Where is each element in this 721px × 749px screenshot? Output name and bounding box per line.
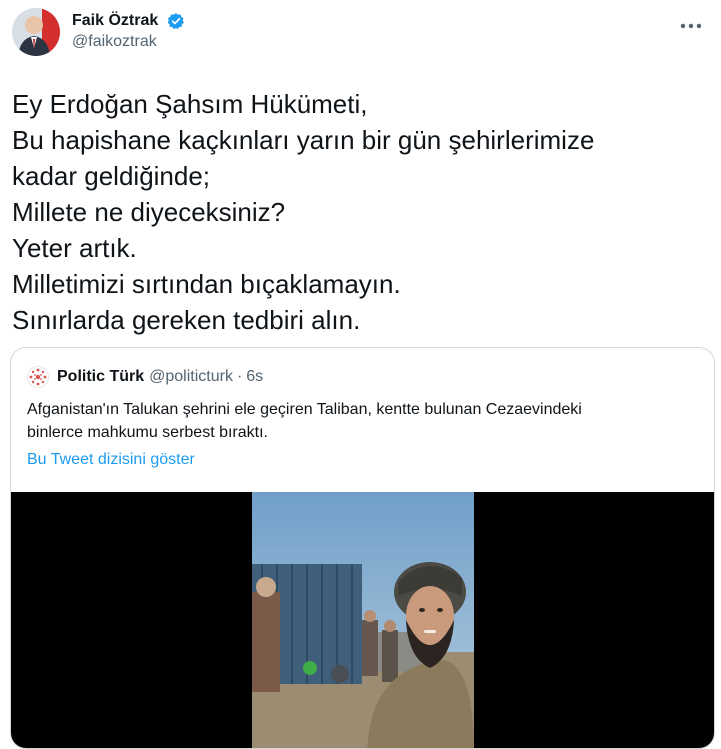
author-handle[interactable]: @faikoztrak — [72, 33, 185, 51]
tweet-line: Yeter artık. — [12, 233, 137, 263]
quoted-tweet-header: Politic Türk @politicturk · 6s — [27, 366, 263, 388]
quoted-author-name: Politic Türk — [57, 368, 145, 385]
tweet-line: kadar geldiğinde; — [12, 161, 211, 191]
tweet-line: Milletimizi sırtından bıçaklamayın. — [12, 269, 401, 299]
quoted-tweet[interactable]: Politic Türk @politicturk · 6s Afganista… — [10, 347, 715, 749]
separator-dot: · — [236, 368, 243, 385]
quoted-text-line: Afganistan'ın Talukan şehrini ele geçire… — [27, 401, 582, 418]
tweet-header: Faik Öztrak @faikoztrak — [12, 8, 709, 68]
tweet-line: Sınırlarda gereken tedbiri alın. — [12, 305, 361, 335]
verified-badge-icon — [167, 12, 185, 30]
author-avatar[interactable] — [12, 8, 60, 56]
video-player[interactable] — [11, 492, 714, 748]
quoted-text-line: binlerce mahkumu serbest bıraktı. — [27, 424, 268, 441]
tweet-line: Millete ne diyeceksiniz? — [12, 197, 286, 227]
quoted-author-handle: @politicturk — [149, 368, 233, 385]
quoted-author-avatar — [27, 366, 49, 388]
video-thumbnail — [252, 492, 474, 748]
quoted-tweet-text: Afganistan'ın Talukan şehrini ele geçire… — [27, 398, 697, 444]
author-name[interactable]: Faik Öztrak — [72, 12, 158, 30]
tweet-text: Ey Erdoğan Şahsım Hükümeti, Bu hapishane… — [12, 86, 702, 338]
more-icon[interactable] — [677, 14, 705, 38]
quoted-timestamp: 6s — [246, 368, 264, 385]
tweet-line: Ey Erdoğan Şahsım Hükümeti, — [12, 89, 368, 119]
show-thread-link[interactable]: Bu Tweet dizisini göster — [27, 451, 195, 469]
tweet-line: Bu hapishane kaçkınları yarın bir gün şe… — [12, 125, 595, 155]
